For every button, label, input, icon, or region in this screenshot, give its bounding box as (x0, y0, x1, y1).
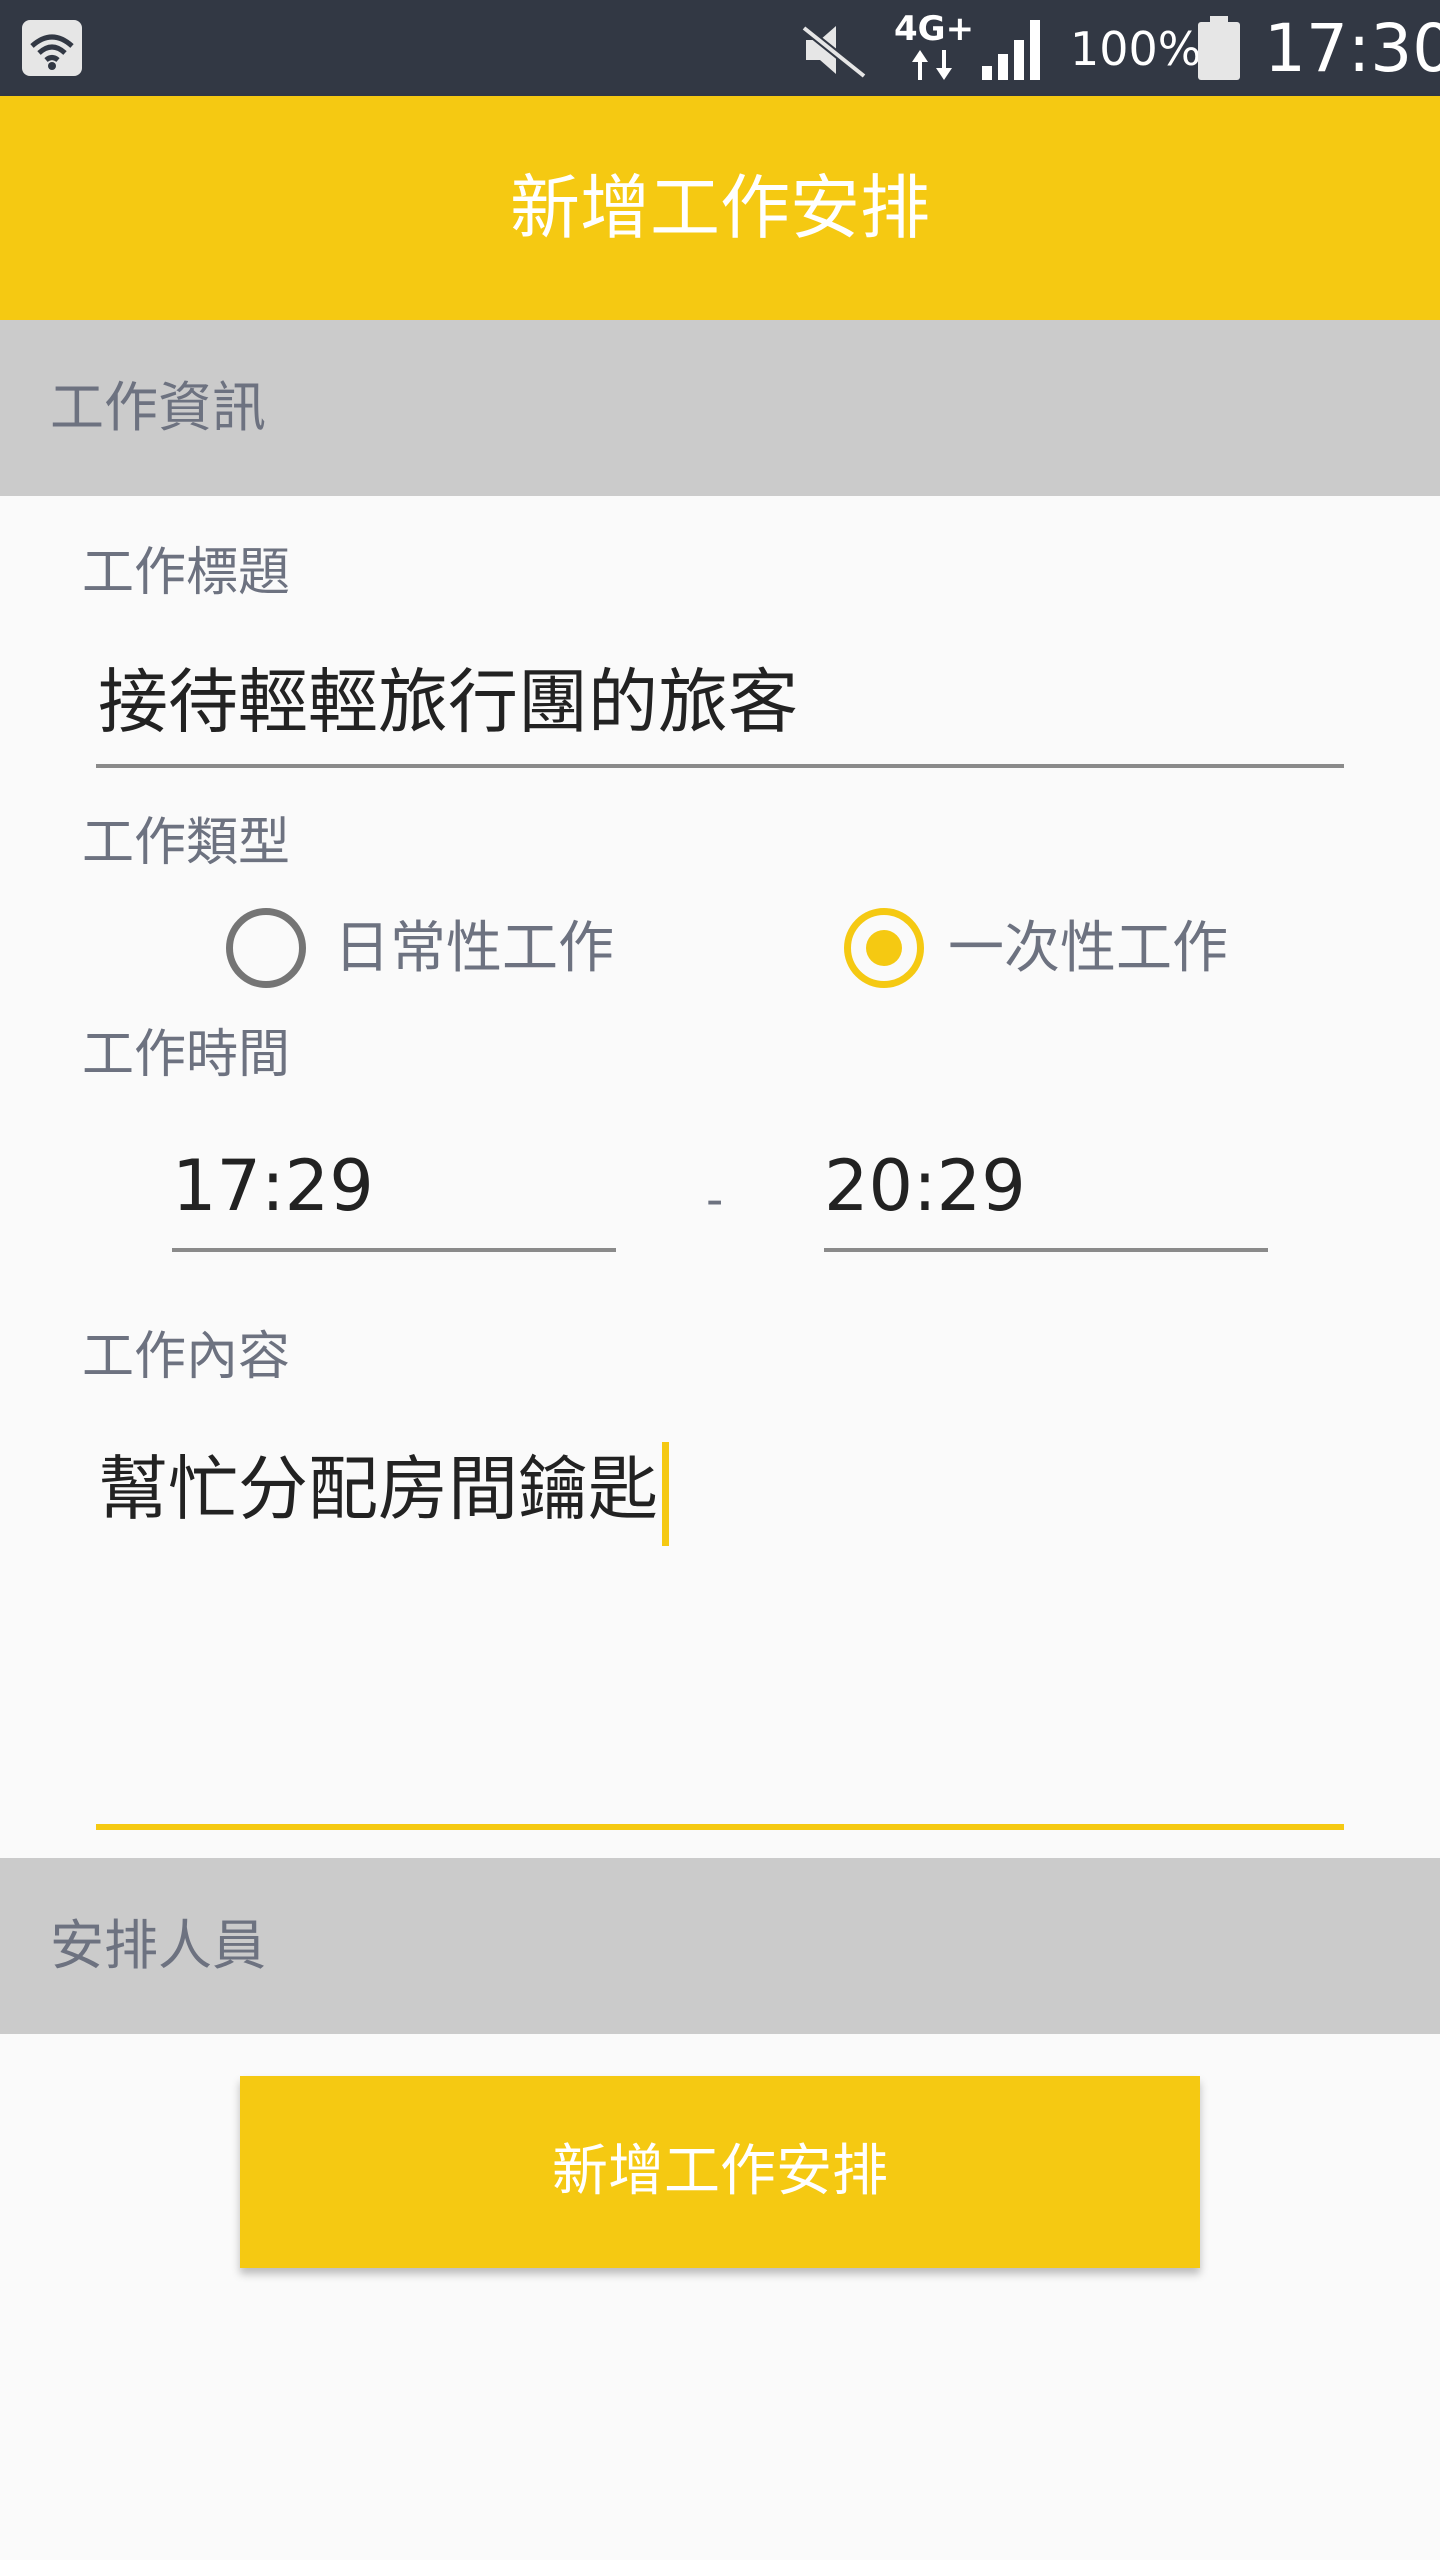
status-clock: 17:30 (1264, 10, 1440, 87)
end-time-input[interactable]: 20:29 (824, 1144, 1268, 1252)
radio-routine-job[interactable] (226, 908, 306, 988)
wifi-icon (22, 20, 82, 76)
job-content-value: 幫忙分配房間鑰匙 (98, 1448, 658, 1531)
status-bar: 4G+ 100% 17:30 (0, 0, 1440, 96)
battery-percent: 100% (1070, 22, 1202, 76)
radio-one-time-label[interactable]: 一次性工作 (948, 916, 1228, 982)
section-header-job-info: 工作資訊 (0, 320, 1440, 496)
job-time-label: 工作時間 (82, 1025, 291, 1085)
add-job-schedule-button[interactable]: 新增工作安排 (240, 2076, 1200, 2268)
time-separator: - (706, 1172, 724, 1228)
job-content-label: 工作內容 (82, 1327, 291, 1387)
radio-one-time-job[interactable] (844, 908, 924, 988)
app-bar: 新增工作安排 (0, 96, 1440, 320)
text-cursor (662, 1442, 669, 1546)
signal-icon (982, 20, 1040, 80)
battery-icon (1198, 16, 1240, 80)
section-label: 工作資訊 (50, 376, 266, 439)
start-time-input[interactable]: 17:29 (172, 1144, 616, 1252)
mute-icon (801, 24, 867, 80)
data-arrows-icon (912, 50, 952, 80)
start-time-value: 17:29 (172, 1145, 374, 1227)
end-time-value: 20:29 (824, 1145, 1026, 1227)
job-content-textarea[interactable]: 幫忙分配房間鑰匙 (96, 1424, 1344, 1830)
network-type: 4G+ (894, 9, 975, 49)
job-title-input[interactable]: 接待輕輕旅行團的旅客 (96, 660, 1344, 768)
section-label: 安排人員 (50, 1914, 266, 1977)
radio-routine-label[interactable]: 日常性工作 (334, 916, 614, 982)
job-type-label: 工作類型 (82, 813, 291, 873)
page-title: 新增工作安排 (510, 167, 930, 249)
job-title-label: 工作標題 (82, 543, 291, 603)
job-title-value: 接待輕輕旅行團的旅客 (98, 661, 798, 743)
job-content-text: 幫忙分配房間鑰匙 (98, 1442, 669, 1546)
section-header-assign-staff[interactable]: 安排人員 (0, 1858, 1440, 2034)
